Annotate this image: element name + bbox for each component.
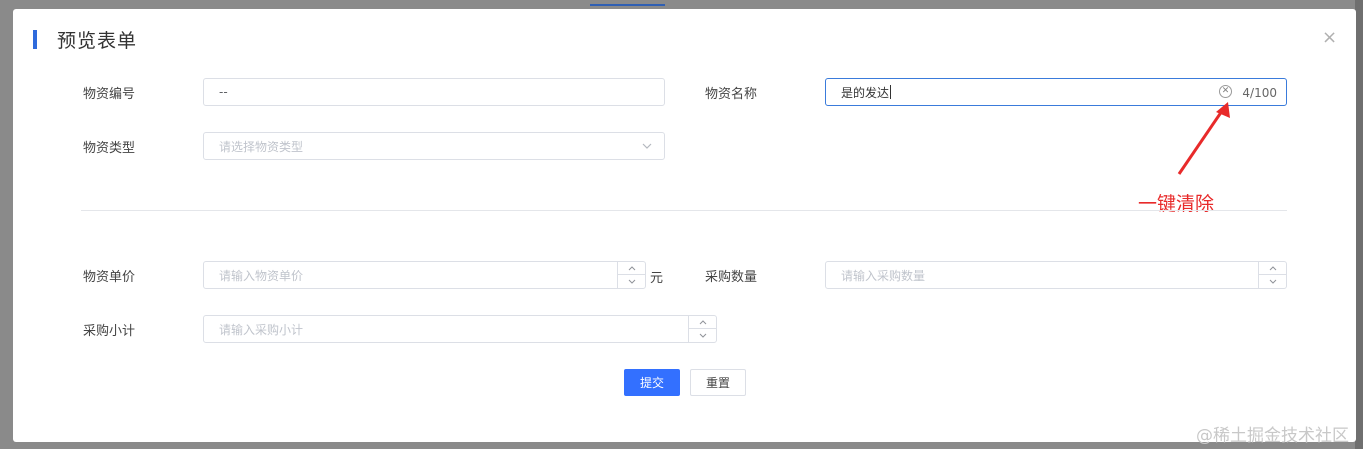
purchase-subtotal-placeholder: 请输入采购小计 [219,322,304,337]
purchase-subtotal-input[interactable]: 请输入采购小计 [203,315,717,343]
material-type-select[interactable]: 请选择物资类型 [203,132,665,160]
purchase-qty-placeholder: 请输入采购数量 [841,268,926,283]
material-type-placeholder: 请选择物资类型 [219,139,304,154]
material-name-label: 物资名称 [705,87,758,102]
submit-button[interactable]: 提交 [624,369,680,396]
unit-price-label: 物资单价 [83,270,136,285]
dialog-header: 预览表单 [33,29,137,52]
decrement-button[interactable] [689,329,716,342]
unit-price-placeholder: 请输入物资单价 [219,268,304,283]
material-no-value: -- [219,85,228,99]
chevron-down-icon [642,143,652,149]
decrement-button[interactable] [1259,275,1286,288]
close-icon[interactable]: × [1322,29,1337,47]
purchase-subtotal-stepper [688,316,716,342]
chevron-down-icon [1269,279,1276,284]
background-tab-indicator [590,4,665,6]
purchase-qty-stepper [1258,262,1286,288]
chevron-down-icon [699,333,706,338]
unit-price-input[interactable]: 请输入物资单价 [203,261,646,289]
material-name-value: 是的发达 [841,85,890,100]
watermark: @稀土掘金技术社区 [1196,426,1349,446]
material-type-label: 物资类型 [83,141,136,156]
chevron-up-icon [699,319,706,324]
background-right-edge [1355,0,1363,449]
currency-unit: 元 [650,271,664,286]
decrement-button[interactable] [618,275,645,288]
clear-icon[interactable]: ✕ [1219,85,1232,98]
reset-button[interactable]: 重置 [690,369,746,396]
text-cursor [890,85,892,99]
annotation-label: 一键清除 [1138,193,1215,215]
chevron-down-icon [628,279,635,284]
title-accent-bar [33,29,37,49]
section-divider [81,210,1287,211]
purchase-qty-input[interactable]: 请输入采购数量 [825,261,1287,289]
char-counter: 4/100 [1242,86,1277,100]
annotation-arrow-icon [1177,102,1230,175]
material-no-label: 物资编号 [83,87,136,102]
material-no-input[interactable]: -- [203,78,665,106]
chevron-up-icon [628,265,635,270]
dialog-title: 预览表单 [57,29,138,52]
increment-button[interactable] [1259,262,1286,275]
purchase-subtotal-label: 采购小计 [83,324,136,339]
preview-form-dialog: 预览表单 × 物资编号 -- 物资名称 是的发达 ✕ 4/100 物资类型 请选… [13,9,1356,442]
unit-price-stepper [617,262,645,288]
increment-button[interactable] [618,262,645,275]
increment-button[interactable] [689,316,716,329]
chevron-up-icon [1269,265,1276,270]
purchase-qty-label: 采购数量 [705,270,758,285]
